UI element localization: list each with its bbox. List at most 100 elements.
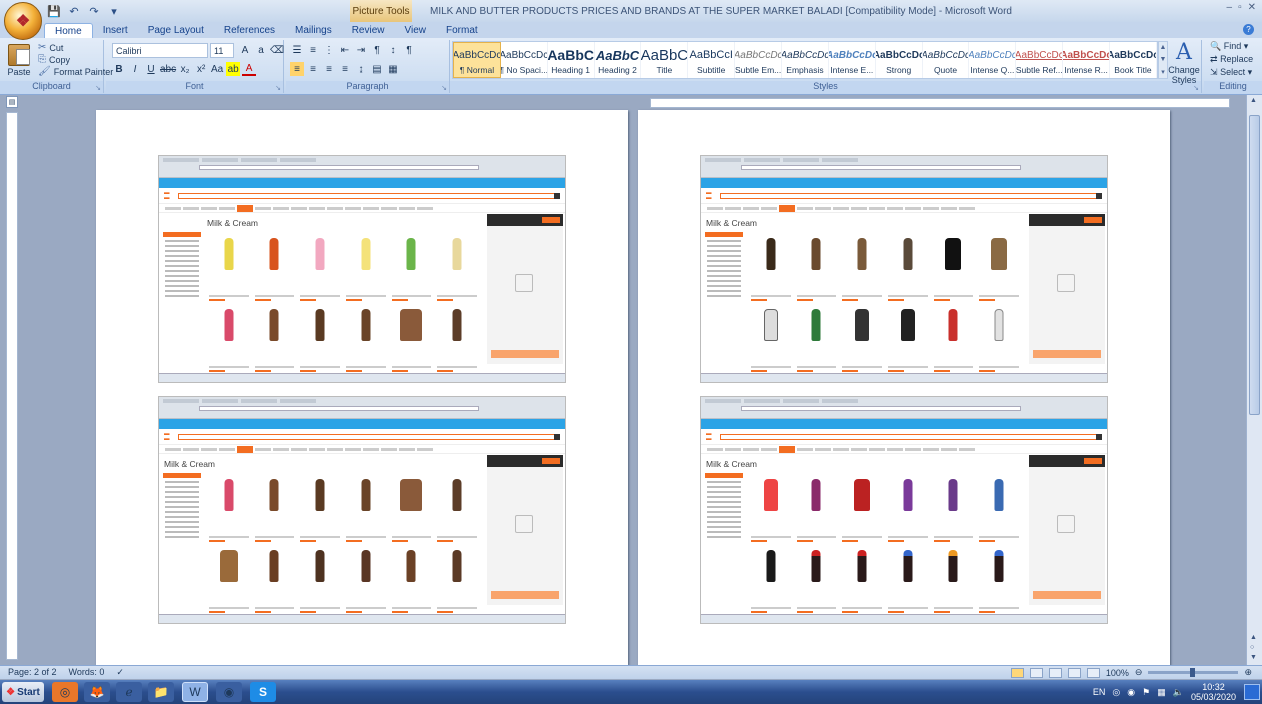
- style-quote[interactable]: AaBbCcDc Quote: [923, 42, 970, 78]
- maximize-button[interactable]: ▫: [1238, 2, 1242, 13]
- prev-page-icon[interactable]: ▲: [1250, 634, 1257, 641]
- tab-insert[interactable]: Insert: [93, 23, 138, 38]
- page-count-status[interactable]: Page: 2 of 2: [8, 667, 57, 678]
- format-painter-button[interactable]: 🖌 Format Painter: [38, 66, 113, 77]
- save-icon[interactable]: 💾: [46, 3, 62, 19]
- show-desktop-button[interactable]: [1244, 684, 1260, 700]
- zoom-slider[interactable]: [1148, 668, 1239, 677]
- gallery-scroll[interactable]: ▲ ▼ ▾: [1158, 41, 1168, 79]
- justify-icon[interactable]: ≡: [338, 62, 352, 76]
- clipboard-launcher-icon[interactable]: ↘: [95, 84, 101, 92]
- superscript-icon[interactable]: x²: [194, 62, 208, 76]
- undo-icon[interactable]: ↶: [66, 3, 82, 19]
- language-indicator[interactable]: EN: [1093, 687, 1106, 697]
- style-intense-quote[interactable]: AaBbCcDc Intense Q...: [969, 42, 1017, 78]
- vertical-scrollbar[interactable]: ▲ ▲ ○ ▼: [1246, 95, 1262, 665]
- taskbar-office-icon[interactable]: ◎: [52, 682, 78, 702]
- cut-button[interactable]: ✂ Cut: [38, 42, 63, 53]
- numbering-icon[interactable]: ≡: [306, 43, 320, 57]
- redo-icon[interactable]: ↷: [86, 3, 102, 19]
- style-heading-2[interactable]: AaBbC Heading 2: [595, 42, 642, 78]
- align-left-icon[interactable]: ≡: [290, 62, 304, 76]
- scroll-up-icon[interactable]: ▲: [1250, 97, 1257, 104]
- font-launcher-icon[interactable]: ↘: [275, 84, 281, 92]
- tray-volume-icon[interactable]: 🔈: [1173, 687, 1184, 698]
- style-normal[interactable]: AaBbCcDc ¶ Normal: [453, 42, 501, 78]
- tab-review[interactable]: Review: [342, 23, 395, 38]
- multilevel-list-icon[interactable]: ⋮: [322, 43, 336, 57]
- rtl-icon[interactable]: ¶: [370, 43, 384, 57]
- styles-launcher-icon[interactable]: ↘: [1193, 84, 1199, 92]
- web-layout-view-button[interactable]: [1048, 667, 1062, 678]
- print-layout-view-button[interactable]: [1010, 667, 1024, 678]
- browse-object-icon[interactable]: ○: [1250, 644, 1254, 651]
- tray-network-icon[interactable]: ▦: [1157, 687, 1166, 698]
- screenshot-image[interactable]: ▬ ▬ Milk & Cream: [700, 155, 1108, 383]
- borders-icon[interactable]: ▦: [386, 62, 400, 76]
- tab-page-layout[interactable]: Page Layout: [138, 23, 214, 38]
- paragraph-launcher-icon[interactable]: ↘: [441, 84, 447, 92]
- tray-chrome-icon[interactable]: ◉: [1127, 687, 1135, 698]
- screenshot-image[interactable]: ▬ ▬ Milk & Cream: [158, 155, 566, 383]
- proofing-icon[interactable]: ✓: [116, 667, 124, 678]
- close-button[interactable]: ✕: [1248, 2, 1256, 13]
- show-marks-icon[interactable]: ¶: [402, 43, 416, 57]
- font-size-select[interactable]: 11: [210, 43, 234, 58]
- style-intense-emphasis[interactable]: AaBbCcDc Intense E...: [829, 42, 876, 78]
- next-page-icon[interactable]: ▼: [1250, 654, 1257, 661]
- screenshot-image[interactable]: ▬ ▬ Milk & Cream: [158, 396, 566, 624]
- paste-button[interactable]: Paste: [4, 44, 34, 77]
- change-case-icon[interactable]: Aa: [210, 62, 224, 76]
- underline-icon[interactable]: U: [144, 62, 158, 76]
- style-subtle-reference[interactable]: AaBbCcDc Subtle Ref...: [1016, 42, 1064, 78]
- style-emphasis[interactable]: AaBbCcDc Emphasis: [782, 42, 829, 78]
- outline-view-button[interactable]: [1067, 667, 1081, 678]
- zoom-out-icon[interactable]: ⊖: [1135, 667, 1143, 678]
- start-button[interactable]: ❖ Start: [2, 682, 44, 702]
- shrink-font-icon[interactable]: a: [254, 43, 268, 57]
- copy-button[interactable]: ⎘ Copy: [38, 54, 70, 65]
- taskbar-chrome-icon[interactable]: ◉: [216, 682, 242, 702]
- style-heading-1[interactable]: AaBbC Heading 1: [548, 42, 595, 78]
- style-intense-reference[interactable]: AaBbCcDc Intense R...: [1063, 42, 1111, 78]
- style-strong[interactable]: AaBbCcDc Strong: [876, 42, 923, 78]
- tray-app-icon[interactable]: ◎: [1112, 687, 1120, 698]
- align-center-icon[interactable]: ≡: [306, 62, 320, 76]
- subscript-icon[interactable]: x₂: [178, 62, 192, 76]
- qat-dropdown-icon[interactable]: ▾: [106, 3, 122, 19]
- decrease-indent-icon[interactable]: ⇤: [338, 43, 352, 57]
- style-no-spacing[interactable]: AaBbCcDc ¶ No Spaci...: [501, 42, 548, 78]
- taskbar-firefox-icon[interactable]: 🦊: [84, 682, 110, 702]
- taskbar-skype-icon[interactable]: S: [250, 682, 276, 702]
- full-screen-view-button[interactable]: [1029, 667, 1043, 678]
- font-name-select[interactable]: Calibri: [112, 43, 208, 58]
- clear-formatting-icon[interactable]: ⌫: [270, 43, 284, 57]
- clock[interactable]: 10:32 05/03/2020: [1191, 682, 1236, 702]
- taskbar-folder-icon[interactable]: 📁: [148, 682, 174, 702]
- taskbar-ie-icon[interactable]: ℯ: [116, 682, 142, 702]
- screenshot-image[interactable]: ▬ ▬ Milk & Cream: [700, 396, 1108, 624]
- taskbar-word-icon[interactable]: W: [182, 682, 208, 702]
- strikethrough-icon[interactable]: abc: [160, 62, 176, 76]
- style-title[interactable]: AaBbC Title: [641, 42, 689, 78]
- increase-indent-icon[interactable]: ⇥: [354, 43, 368, 57]
- gallery-more-icon[interactable]: ▾: [1161, 68, 1165, 76]
- tab-view[interactable]: View: [395, 23, 437, 38]
- bullets-icon[interactable]: ☰: [290, 43, 304, 57]
- grow-font-icon[interactable]: A: [238, 43, 252, 57]
- tray-flag-icon[interactable]: ⚑: [1142, 687, 1150, 698]
- help-icon[interactable]: ?: [1243, 24, 1254, 35]
- highlight-icon[interactable]: ab: [226, 62, 241, 76]
- sort-icon[interactable]: ↕: [386, 43, 400, 57]
- shading-icon[interactable]: ▤: [370, 62, 384, 76]
- tab-references[interactable]: References: [214, 23, 285, 38]
- gallery-down-icon[interactable]: ▼: [1160, 56, 1167, 63]
- draft-view-button[interactable]: [1086, 667, 1100, 678]
- zoom-in-icon[interactable]: ⊕: [1244, 667, 1252, 678]
- tab-home[interactable]: Home: [44, 23, 93, 38]
- font-color-icon[interactable]: A: [242, 62, 257, 76]
- ruler-toggle-button[interactable]: ▤: [6, 96, 18, 108]
- minimize-button[interactable]: –: [1227, 2, 1233, 13]
- word-count-status[interactable]: Words: 0: [69, 667, 105, 678]
- zoom-level[interactable]: 100%: [1106, 668, 1129, 678]
